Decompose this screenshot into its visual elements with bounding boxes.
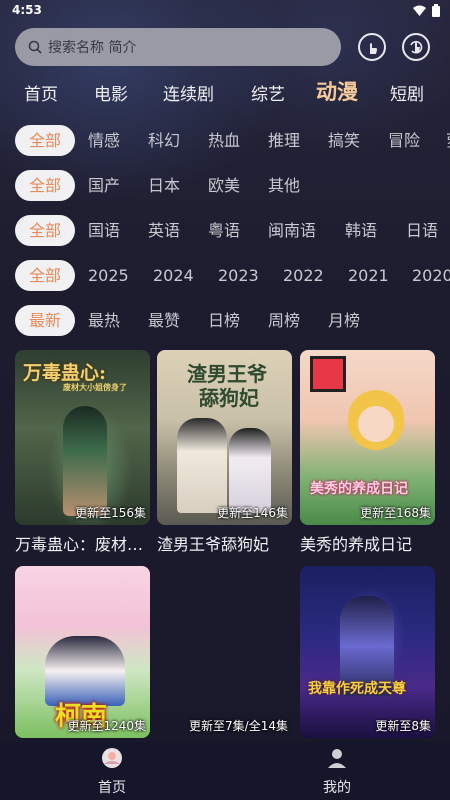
poster-image: 美秀的养成日记 更新至168集 bbox=[300, 350, 435, 525]
search-placeholder: 搜索名称 简介 bbox=[48, 40, 137, 56]
card-title: 渣男王爷舔狗妃 bbox=[157, 535, 270, 554]
filter-chip[interactable]: 日榜 bbox=[208, 305, 240, 336]
poster-title: 美秀的养成日记 bbox=[310, 481, 408, 497]
card-title: 万毒蛊心：废材大小姐 bbox=[15, 535, 150, 554]
video-card[interactable]: 柯南 更新至1240集 bbox=[15, 566, 150, 744]
history-button[interactable] bbox=[358, 33, 386, 61]
status-time: 4:53 bbox=[12, 3, 42, 17]
filter-chip[interactable]: 最热 bbox=[88, 305, 120, 336]
filter-chip[interactable]: 2022 bbox=[283, 260, 324, 291]
wifi-icon bbox=[413, 5, 426, 16]
filter-chip[interactable]: 萝 bbox=[446, 125, 450, 156]
filter-chip[interactable]: 情感 bbox=[88, 125, 120, 156]
filter-chip[interactable]: 热血 bbox=[208, 125, 240, 156]
filter-row-year: 全部 2025 2024 2023 2022 2021 2020 bbox=[0, 260, 450, 292]
filter-chip[interactable]: 2024 bbox=[153, 260, 194, 291]
video-card[interactable]: 更新至7集/全14集 bbox=[157, 566, 292, 744]
poster-image: 我靠作死成天尊 更新至8集 bbox=[300, 566, 435, 738]
episode-badge: 更新至146集 bbox=[217, 506, 288, 520]
filter-chip[interactable]: 全部 bbox=[15, 125, 75, 156]
filter-chip[interactable]: 周榜 bbox=[268, 305, 300, 336]
filter-chip[interactable]: 最新 bbox=[15, 305, 75, 336]
filter-row-language: 全部 国语 英语 粤语 闽南语 韩语 日语 bbox=[0, 215, 450, 247]
filter-chip[interactable]: 欧美 bbox=[208, 170, 240, 201]
search-bar[interactable]: 搜索名称 简介 bbox=[15, 28, 341, 66]
tab-movie[interactable]: 电影 bbox=[94, 80, 128, 105]
filter-chip[interactable]: 日语 bbox=[406, 215, 438, 246]
filter-chip[interactable]: 其他 bbox=[268, 170, 300, 201]
tab-variety[interactable]: 综艺 bbox=[251, 80, 285, 105]
filter-chip[interactable]: 冒险 bbox=[388, 125, 420, 156]
poster-title: 万毒蛊心: bbox=[23, 362, 107, 384]
video-card[interactable]: 渣男王爷 舔狗妃 更新至146集 渣男王爷舔狗妃 bbox=[157, 350, 292, 555]
profile-icon bbox=[328, 749, 346, 768]
poster-image: 更新至7集/全14集 bbox=[157, 566, 292, 738]
status-icons bbox=[413, 4, 440, 17]
battery-icon bbox=[432, 4, 440, 17]
tab-series[interactable]: 连续剧 bbox=[163, 80, 214, 105]
filter-chip[interactable]: 搞笑 bbox=[328, 125, 360, 156]
episode-badge: 更新至7集/全14集 bbox=[189, 719, 288, 733]
filter-chip[interactable]: 英语 bbox=[148, 215, 180, 246]
nav-home-label: 首页 bbox=[98, 780, 126, 796]
video-card[interactable]: 美秀的养成日记 更新至168集 美秀的养成日记 bbox=[300, 350, 435, 555]
poster-title: 我靠作死成天尊 bbox=[308, 681, 406, 697]
filter-chip[interactable]: 2025 bbox=[88, 260, 129, 291]
refresh-button[interactable] bbox=[402, 33, 430, 61]
poster-image: 万毒蛊心: 废材大小姐傍身了 更新至156集 bbox=[15, 350, 150, 525]
filter-chip[interactable]: 全部 bbox=[15, 215, 75, 246]
filter-chip[interactable]: 推理 bbox=[268, 125, 300, 156]
hand-touch-icon bbox=[370, 43, 377, 54]
tab-anime[interactable]: 动漫 bbox=[316, 76, 358, 106]
filter-chip[interactable]: 闽南语 bbox=[268, 215, 316, 246]
filter-row-genre: 全部 情感 科幻 热血 推理 搞笑 冒险 萝 bbox=[0, 125, 450, 157]
tab-home[interactable]: 首页 bbox=[24, 80, 58, 105]
filter-chip[interactable]: 全部 bbox=[15, 170, 75, 201]
filter-row-sort: 最新 最热 最赞 日榜 周榜 月榜 bbox=[0, 305, 450, 337]
poster-image: 渣男王爷 舔狗妃 更新至146集 bbox=[157, 350, 292, 525]
home-icon bbox=[102, 748, 122, 768]
filter-chip[interactable]: 粤语 bbox=[208, 215, 240, 246]
filter-chip[interactable]: 国产 bbox=[88, 170, 120, 201]
poster-subtitle: 废材大小姐傍身了 bbox=[63, 382, 127, 392]
filter-row-region: 全部 国产 日本 欧美 其他 bbox=[0, 170, 450, 202]
nav-mine-label: 我的 bbox=[323, 780, 351, 796]
filter-chip[interactable]: 2023 bbox=[218, 260, 259, 291]
episode-badge: 更新至168集 bbox=[360, 506, 431, 520]
filter-chip[interactable]: 科幻 bbox=[148, 125, 180, 156]
filter-chip[interactable]: 最赞 bbox=[148, 305, 180, 336]
filter-chip[interactable]: 韩语 bbox=[345, 215, 377, 246]
nav-mine[interactable]: 我的 bbox=[297, 746, 377, 797]
filter-chip[interactable]: 2020 bbox=[412, 260, 450, 291]
video-card[interactable]: 万毒蛊心: 废材大小姐傍身了 更新至156集 万毒蛊心：废材大小姐 bbox=[15, 350, 150, 555]
filter-chip[interactable]: 日本 bbox=[148, 170, 180, 201]
episode-badge: 更新至156集 bbox=[75, 506, 146, 520]
poster-title-line2: 舔狗妃 bbox=[199, 386, 259, 410]
nav-home[interactable]: 首页 bbox=[72, 746, 152, 797]
episode-badge: 更新至8集 bbox=[375, 719, 431, 733]
filter-chip[interactable]: 全部 bbox=[15, 260, 75, 291]
filter-chip[interactable]: 月榜 bbox=[328, 305, 360, 336]
search-icon bbox=[28, 40, 42, 54]
status-bar: 4:53 bbox=[0, 0, 450, 22]
episode-badge: 更新至1240集 bbox=[67, 719, 146, 733]
video-card[interactable]: 我靠作死成天尊 更新至8集 bbox=[300, 566, 435, 744]
filter-chip[interactable]: 国语 bbox=[88, 215, 120, 246]
refresh-touch-icon bbox=[410, 40, 423, 54]
filter-chip[interactable]: 2021 bbox=[348, 260, 389, 291]
bottom-navigation: 首页 我的 bbox=[0, 742, 450, 800]
card-title: 美秀的养成日记 bbox=[300, 535, 413, 554]
category-tabs: 首页 电影 连续剧 综艺 动漫 短剧 bbox=[0, 76, 450, 108]
poster-image: 柯南 更新至1240集 bbox=[15, 566, 150, 738]
tab-short[interactable]: 短剧 bbox=[390, 80, 424, 105]
